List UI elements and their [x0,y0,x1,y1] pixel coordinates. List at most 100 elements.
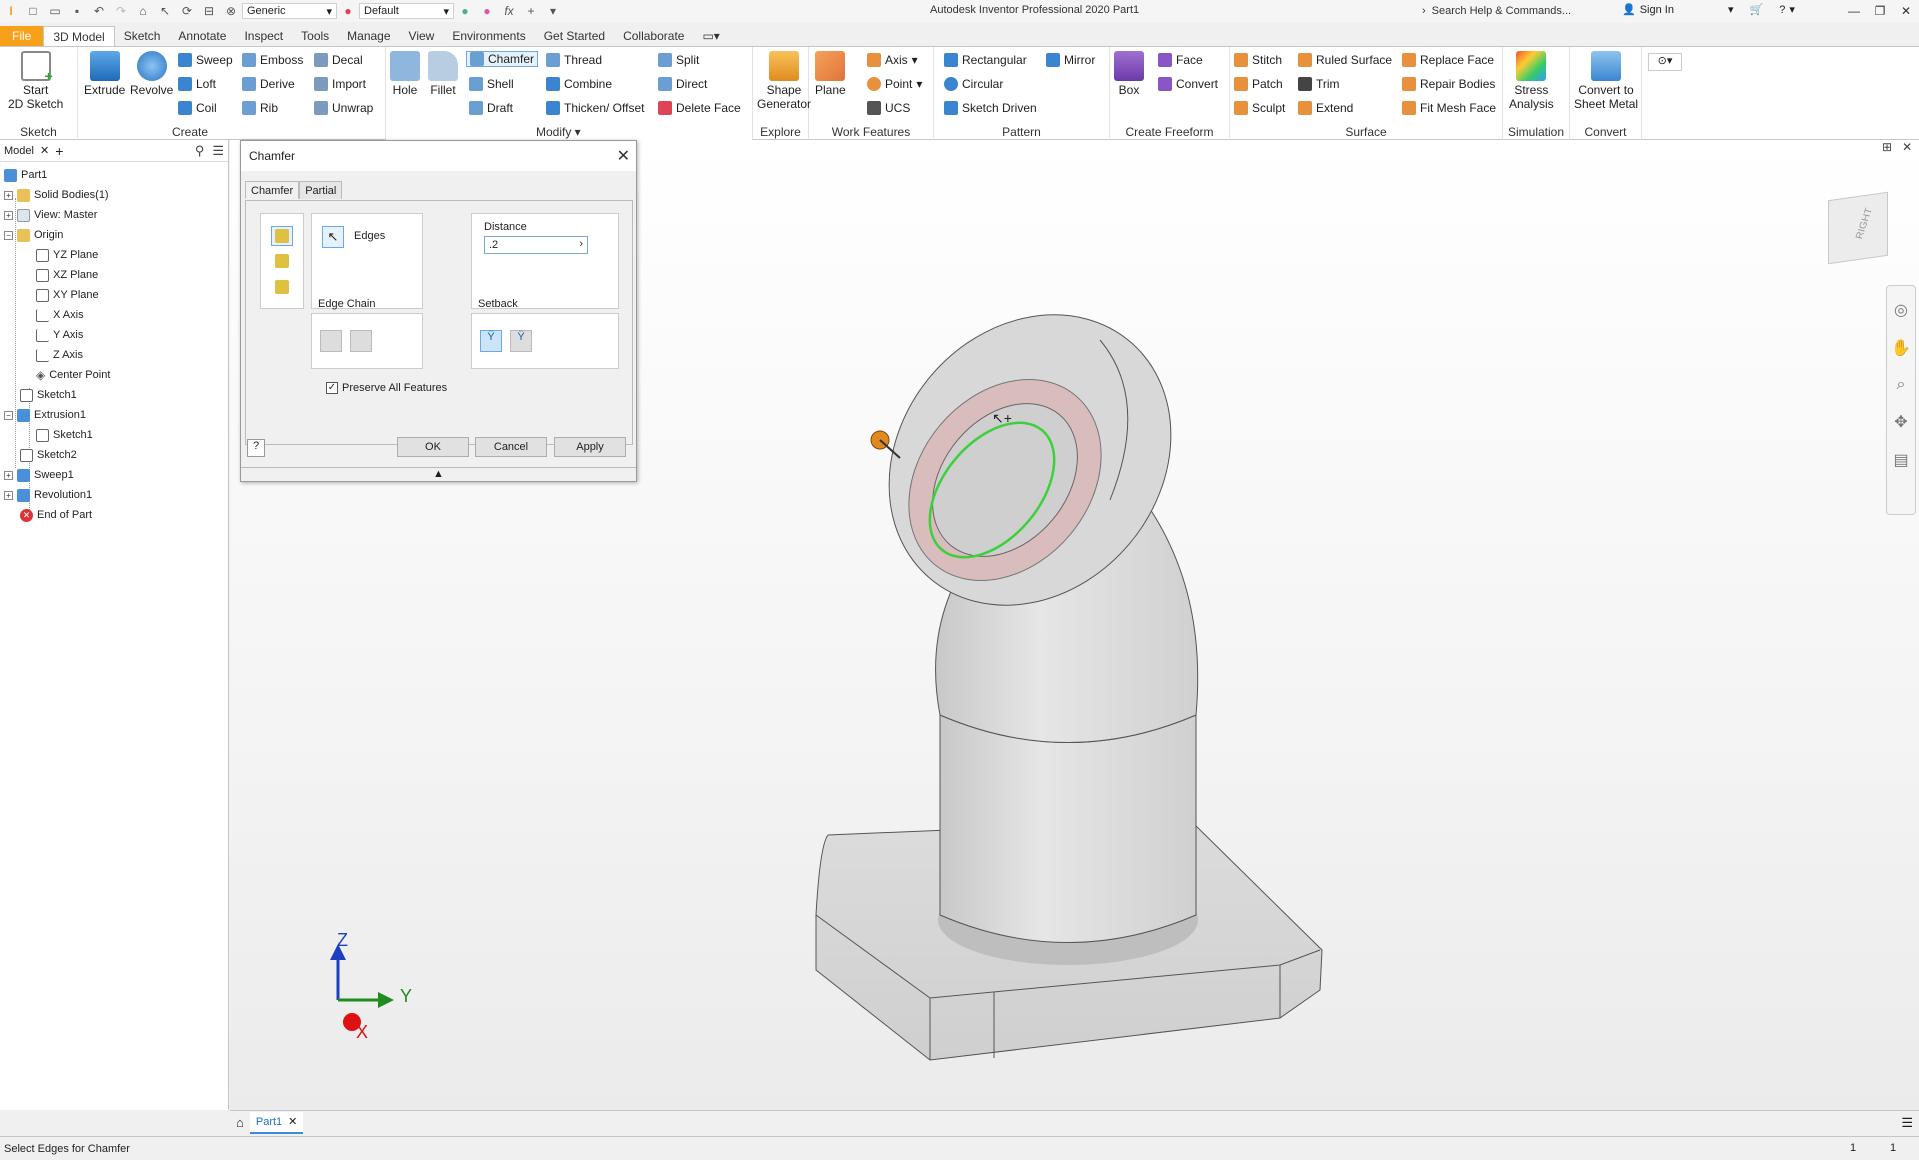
derive-button[interactable]: Derive [242,77,295,91]
save-icon[interactable]: ▪ [68,2,86,20]
redo-icon[interactable]: ↷ [112,2,130,20]
distance-angle-method-button[interactable] [271,252,293,272]
plus-icon[interactable]: + [522,2,540,20]
tab-environments[interactable]: Environments [443,26,534,46]
restore-icon[interactable]: ❐ [1867,0,1893,22]
stress-analysis-button[interactable]: Stress Analysis [1509,51,1554,111]
tab-view[interactable]: View [400,26,444,46]
thicken-offset-button[interactable]: Thicken/ Offset [546,101,644,115]
sculpt-button[interactable]: Sculpt [1234,101,1285,115]
combine-button[interactable]: Combine [546,77,612,91]
expand-icon[interactable]: + [4,470,13,480]
preserve-all-features-checkbox[interactable]: ✓ Preserve All Features [326,382,447,394]
customize-icon[interactable]: ▾ [544,2,562,20]
tab-sketch[interactable]: Sketch [115,26,170,46]
split-view-icon[interactable]: ⊞ [1882,140,1892,154]
tab-get-started[interactable]: Get Started [535,26,614,46]
distance-input[interactable]: .2 › [484,236,588,254]
ruled-surface-button[interactable]: Ruled Surface [1298,53,1392,67]
two-distances-method-button[interactable] [271,278,293,298]
extrude-button[interactable]: Extrude [84,51,125,97]
patch-button[interactable]: Patch [1234,77,1283,91]
panel-label-modify[interactable]: Modify ▾ [536,125,581,139]
extend-button[interactable]: Extend [1298,101,1353,115]
viewcube[interactable]: RIGHT [1828,191,1888,265]
close-icon[interactable]: ✕ [617,146,630,166]
import-button[interactable]: Import [314,77,366,91]
steering-wheel-icon[interactable]: ◎ [1894,300,1908,320]
fx-icon[interactable]: fx [500,2,518,20]
new-icon[interactable]: □ [24,2,42,20]
apply-button[interactable]: Apply [554,437,626,457]
convert-to-sheet-metal-button[interactable]: Convert to Sheet Metal [1574,51,1638,111]
help-icon[interactable]: ? [1779,4,1785,16]
collapse-icon[interactable]: − [4,230,13,240]
look-at-icon[interactable]: ▤ [1893,450,1908,470]
material-icon[interactable]: ⊗ [222,2,240,20]
measure-icon[interactable]: ⊟ [200,2,218,20]
tree-node-sweep1[interactable]: + Sweep1 [4,466,74,484]
trim-button[interactable]: Trim [1298,77,1340,91]
tab-file[interactable]: File [0,26,44,46]
ribbon-options-icon[interactable]: ▭▾ [693,26,728,46]
plane-button[interactable]: Plane [815,51,846,97]
clear-appearance-icon[interactable]: ● [456,2,474,20]
hole-button[interactable]: Hole [390,51,420,97]
zoom-icon[interactable]: ⌕ [1897,376,1906,394]
tree-node-sketch1[interactable]: Sketch1 [20,386,77,404]
decal-button[interactable]: Decal [314,53,363,67]
tree-node-xy-plane[interactable]: XY Plane [36,286,99,304]
edges-select-button[interactable]: ↖ [322,226,344,248]
add-tab-icon[interactable]: + [55,143,63,159]
direct-button[interactable]: Direct [658,77,707,91]
start-2d-sketch-button[interactable]: + Start 2D Sketch [8,51,63,111]
open-icon[interactable]: ▭ [46,2,64,20]
revolve-button[interactable]: Revolve [130,51,173,97]
unwrap-button[interactable]: Unwrap [314,101,373,115]
emboss-button[interactable]: Emboss [242,53,303,67]
home-icon[interactable]: ⌂ [134,2,152,20]
expand-icon[interactable]: + [4,210,13,220]
cancel-button[interactable]: Cancel [475,437,547,457]
shell-button[interactable]: Shell [469,77,514,91]
adjust-icon[interactable]: ● [478,2,496,20]
repair-bodies-button[interactable]: Repair Bodies [1402,77,1495,91]
setback-off-button[interactable]: Ϋ [510,330,532,352]
appearance-combo[interactable]: Default ▾ [359,3,454,19]
point-button[interactable]: Point ▾ [867,77,922,91]
chamfer-button[interactable]: Chamfer [466,51,539,67]
update-icon[interactable]: ⟳ [178,2,196,20]
expand-icon[interactable]: + [4,190,13,200]
single-edge-chain-button[interactable] [350,330,372,352]
fillet-button[interactable]: Fillet [428,51,458,97]
fit-mesh-face-button[interactable]: Fit Mesh Face [1402,101,1496,115]
distance-method-button[interactable] [271,226,293,246]
close-icon[interactable]: ✕ [288,1115,297,1128]
tab-tools[interactable]: Tools [292,26,338,46]
sketch-driven-pattern-button[interactable]: Sketch Driven [944,101,1037,115]
tab-collaborate[interactable]: Collaborate [614,26,693,46]
ok-button[interactable]: OK [397,437,469,457]
tree-node-z-axis[interactable]: Z Axis [36,346,83,364]
axis-button[interactable]: Axis ▾ [867,53,918,67]
dialog-title-bar[interactable]: Chamfer ✕ [241,141,636,171]
replace-face-button[interactable]: Replace Face [1402,53,1494,67]
circular-pattern-button[interactable]: Circular [944,77,1003,91]
expand-dialog-button[interactable]: ▲ [241,467,636,481]
tab-annotate[interactable]: Annotate [169,26,235,46]
appearance-icon[interactable]: ● [339,2,357,20]
select-icon[interactable]: ↖ [156,2,174,20]
tree-node-solid-bodies[interactable]: + Solid Bodies(1) [4,186,109,204]
tree-node-xz-plane[interactable]: XZ Plane [36,266,98,284]
material-combo[interactable]: Generic ▾ [242,3,337,19]
pan-icon[interactable]: ✋ [1891,338,1911,358]
tree-node-y-axis[interactable]: Y Axis [36,326,83,344]
tree-node-part[interactable]: Part1 [4,166,47,184]
tree-node-view-master[interactable]: + View: Master [4,206,97,224]
tab-3d-model[interactable]: 3D Model [43,26,115,46]
expand-icon[interactable]: + [4,490,13,500]
help-search[interactable]: › Search Help & Commands... [1422,2,1612,20]
close-icon[interactable]: ✕ [40,144,49,157]
shape-generator-button[interactable]: Shape Generator [757,51,811,111]
tree-node-origin[interactable]: − Origin [4,226,63,244]
